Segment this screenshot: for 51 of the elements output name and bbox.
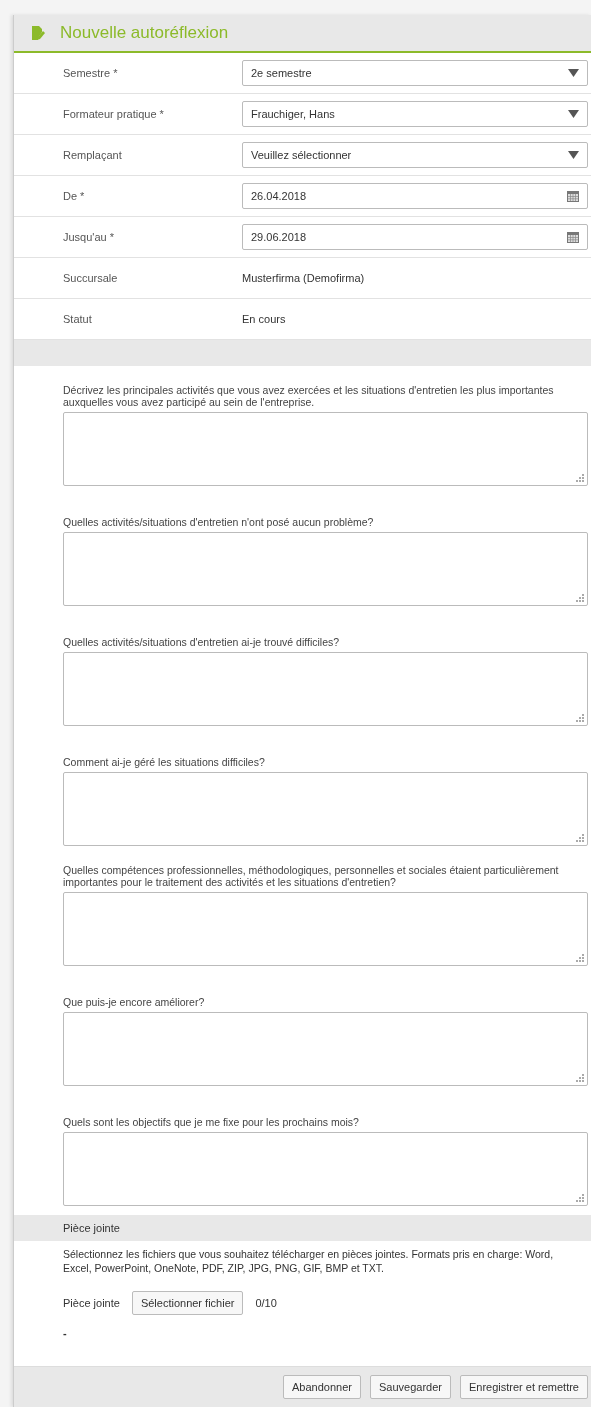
select-field[interactable]: Frauchiger, Hans <box>242 101 588 127</box>
resize-grip-icon <box>576 594 584 602</box>
select-field[interactable]: 2e semestre <box>242 60 588 86</box>
footer-button[interactable]: Sauvegarder <box>369 1375 451 1399</box>
field-value: En cours <box>242 313 286 325</box>
footer-button[interactable]: Enregistrer et remettre <box>459 1375 588 1399</box>
document-edit-icon <box>30 25 46 41</box>
select-field[interactable]: Veuillez sélectionner <box>242 142 588 168</box>
panel-title: Nouvelle autoréflexion <box>60 23 229 43</box>
answer-box[interactable] <box>63 1012 588 1086</box>
select-file-button[interactable]: Sélectionner fichier <box>131 1291 244 1315</box>
caret-icon <box>568 110 579 118</box>
question-label: Quelles activités/situations d'entretien n'ont posé aucun problème? <box>63 516 375 528</box>
date-field[interactable]: 29.06.2018 <box>242 224 588 250</box>
resize-grip-icon <box>576 954 584 962</box>
resize-grip-icon <box>576 1194 584 1202</box>
field-label: Statut <box>62 313 93 325</box>
field-value: Musterfirma (Demofirma) <box>242 272 365 284</box>
answer-box[interactable] <box>63 532 588 606</box>
field-label: Succursale <box>62 272 119 284</box>
resize-grip-icon <box>576 474 584 482</box>
field-label: Semestre * <box>62 67 119 79</box>
field-label: Jusqu'au * <box>62 231 116 243</box>
question-label: Décrivez les principales activités que vous avez exercées et les situations d'entretien les plus importantes auxquelles vous avez participé au sein de l'entreprise. <box>63 384 555 408</box>
caret-icon <box>568 151 579 159</box>
footer-button[interactable]: Abandonner <box>283 1375 361 1399</box>
date-field[interactable]: 26.04.2018 <box>242 183 588 209</box>
resize-grip-icon <box>576 1074 584 1082</box>
question-label: Quelles compétences professionnelles, méthodologiques, personnelles et sociales étaient particulièrement importantes pour le traitement des activités et les situations d'entretien? <box>63 864 560 888</box>
question-label: Quelles activités/situations d'entretien ai-je trouvé difficiles? <box>63 636 341 648</box>
resize-grip-icon <box>576 834 584 842</box>
answer-box[interactable] <box>63 892 588 966</box>
attachment-description: Sélectionnez les fichiers que vous souhaitez télécharger en pièces jointes. Formats pris en charge: Word, Excel, PowerPoint, OneNote, PDF, ZIP, JPG, PNG, GIF, BMP et TXT. <box>63 1247 555 1275</box>
field-label: Remplaçant <box>62 149 123 161</box>
answer-box[interactable] <box>63 412 588 486</box>
caret-icon <box>568 69 579 77</box>
question-label: Que puis-je encore améliorer? <box>63 996 206 1008</box>
section-title: Pièce jointe <box>63 1222 120 1234</box>
answer-box[interactable] <box>63 772 588 846</box>
attachment-label: Pièce jointe <box>63 1297 120 1309</box>
field-label: De * <box>62 190 86 202</box>
resize-grip-icon <box>576 714 584 722</box>
question-label: Comment ai-je géré les situations difficiles? <box>63 756 266 768</box>
question-label: Quels sont les objectifs que je me fixe pour les prochains mois? <box>63 1116 360 1128</box>
calendar-icon <box>567 231 579 243</box>
file-count: 0/10 <box>255 1297 277 1309</box>
field-label: Formateur pratique * <box>62 108 165 120</box>
file-list: - <box>63 1327 581 1339</box>
answer-box[interactable] <box>63 652 588 726</box>
answer-box[interactable] <box>63 1132 588 1206</box>
calendar-icon <box>567 190 579 202</box>
